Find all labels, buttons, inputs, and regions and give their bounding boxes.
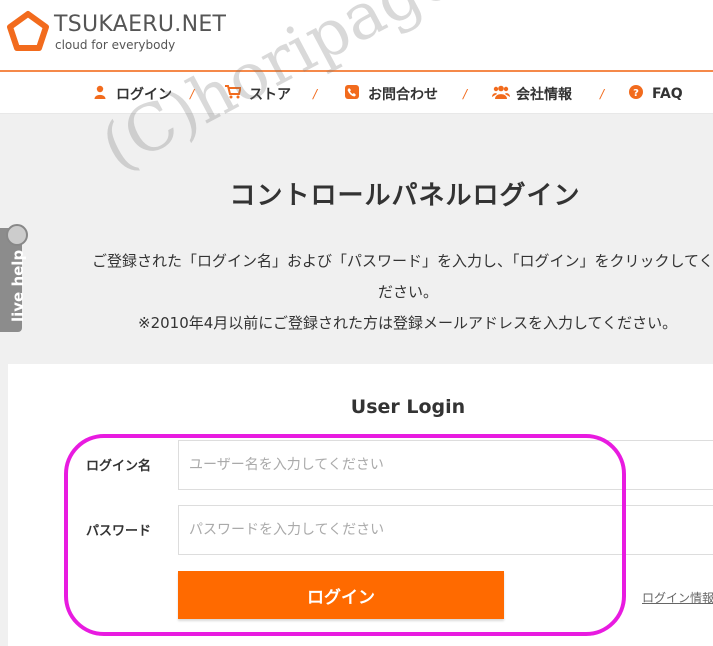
nav-item-label: ストア [249, 87, 291, 103]
site-header: TSUKAERU.NET cloud for everybody [0, 0, 713, 70]
svg-text:?: ? [633, 88, 639, 99]
nav-item-contact[interactable]: お問合わせ [344, 84, 438, 104]
nav-separator: / [463, 87, 468, 101]
password-label: パスワード [86, 524, 152, 539]
password-input[interactable] [178, 505, 713, 555]
nav-item-login[interactable]: ログイン [92, 84, 172, 104]
nav-item-company[interactable]: 会社情報 [492, 84, 572, 104]
cart-icon [225, 85, 242, 103]
user-icon [92, 85, 108, 103]
phone-icon [344, 85, 360, 103]
nav-item-label: お問合わせ [368, 87, 438, 103]
live-help-knob[interactable] [6, 224, 28, 246]
nav-item-label: 会社情報 [516, 87, 572, 103]
nav-separator: / [600, 87, 605, 101]
logo-tagline: cloud for everybody [55, 38, 176, 52]
login-info-link[interactable]: ログイン情報 [642, 589, 713, 606]
live-help-label[interactable]: live help [9, 250, 27, 322]
login-heading: User Login [350, 396, 466, 418]
nav-item-label: ログイン [116, 87, 172, 103]
main-nav: ログイン / ストア / お問合わせ / 会社情報 / ? FAQ [0, 70, 713, 114]
nav-separator: / [190, 87, 195, 101]
login-button[interactable]: ログイン [178, 571, 504, 619]
nav-separator: / [313, 87, 318, 101]
nav-item-label: FAQ [652, 86, 683, 102]
description-note: ※2010年4月以前にご登録された方は登録メールアドレスを入力してください。 [138, 314, 678, 332]
page-title: コントロールパネルログイン [229, 181, 581, 211]
logo-icon[interactable] [6, 10, 50, 54]
group-icon [492, 85, 510, 103]
question-icon: ? [628, 85, 644, 103]
description-line: ご登録された「ログイン名」および「パスワード」を入力し、「ログイン」をクリックし… [92, 252, 713, 270]
nav-item-store[interactable]: ストア [225, 84, 291, 104]
nav-item-faq[interactable]: ? FAQ [628, 84, 683, 104]
username-label: ログイン名 [86, 459, 152, 474]
description-line: ださい。 [378, 283, 439, 301]
username-input[interactable] [178, 440, 713, 490]
logo-name[interactable]: TSUKAERU.NET [54, 12, 226, 37]
